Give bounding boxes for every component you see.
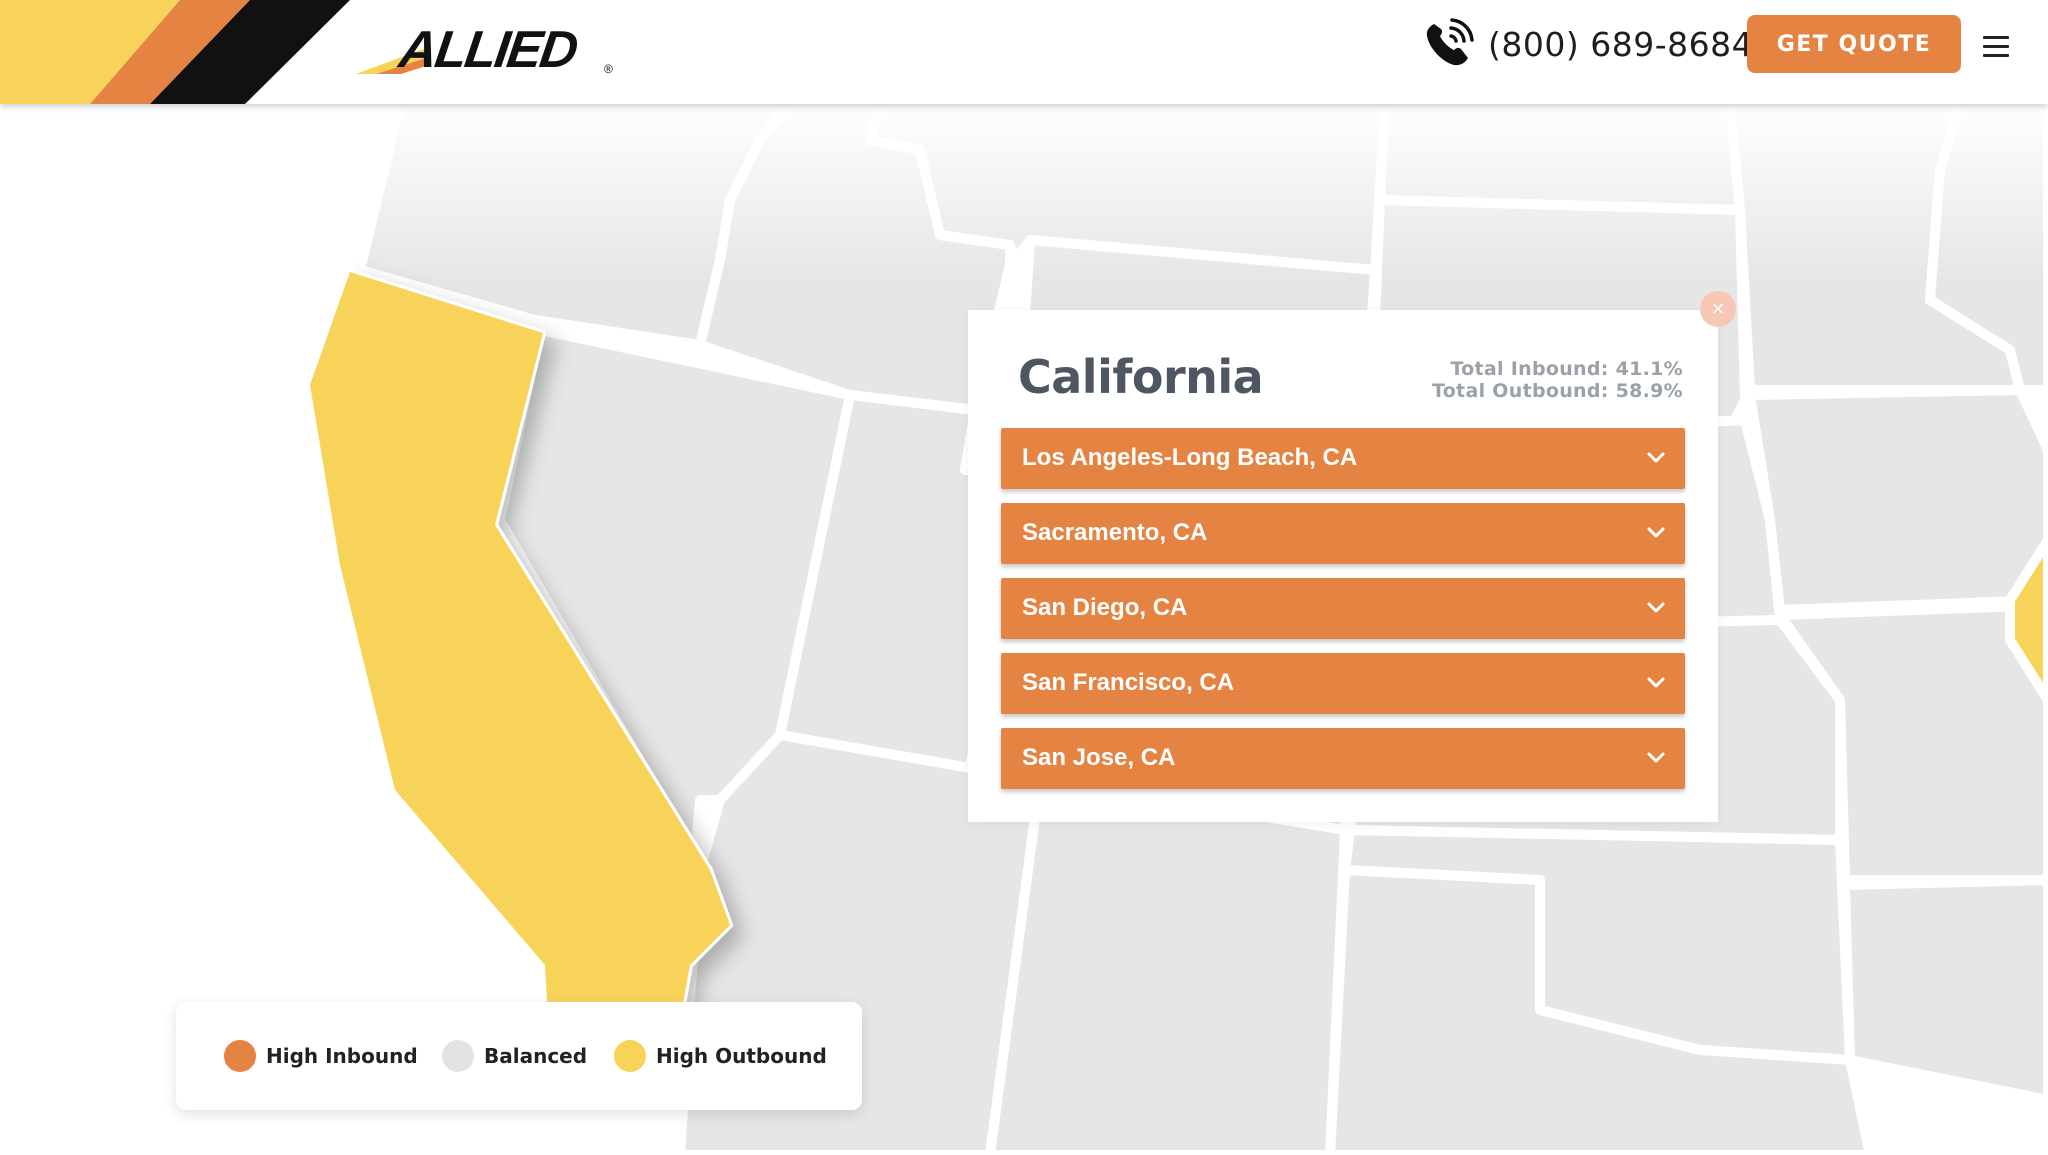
legend-item-balanced: Balanced bbox=[442, 1040, 587, 1072]
registered-mark: ® bbox=[604, 62, 613, 76]
legend-item-high-outbound: High Outbound bbox=[614, 1040, 827, 1072]
total-inbound: Total Inbound: 41.1% bbox=[1450, 358, 1683, 380]
legend-label: High Outbound bbox=[656, 1044, 827, 1068]
city-item-los-angeles[interactable]: Los Angeles-Long Beach, CA bbox=[1001, 428, 1685, 489]
state-title: California bbox=[1018, 350, 1264, 404]
map-legend: High Inbound Balanced High Outbound bbox=[176, 1002, 862, 1110]
legend-dot-orange bbox=[224, 1040, 256, 1072]
page: ALLIED ® (800) 689-8684 GET QUOTE Califo… bbox=[0, 0, 2048, 1155]
legend-item-high-inbound: High Inbound bbox=[224, 1040, 418, 1072]
state-stats: Total Inbound: 41.1% Total Outbound: 58.… bbox=[1432, 358, 1683, 402]
city-item-sacramento[interactable]: Sacramento, CA bbox=[1001, 503, 1685, 564]
chevron-down-icon bbox=[1647, 602, 1665, 613]
city-item-san-jose[interactable]: San Jose, CA bbox=[1001, 728, 1685, 789]
brand-stripes bbox=[0, 0, 350, 104]
state-arkansas[interactable] bbox=[1840, 875, 2048, 1105]
legend-label: High Inbound bbox=[266, 1044, 418, 1068]
phone-contact[interactable]: (800) 689-8684 bbox=[1420, 14, 1753, 74]
legend-label: Balanced bbox=[484, 1044, 588, 1068]
hamburger-menu-icon[interactable] bbox=[1983, 36, 2009, 58]
legend-dot-gray bbox=[442, 1040, 474, 1072]
allied-logo-text[interactable]: ALLIED bbox=[396, 21, 580, 79]
phone-number[interactable]: (800) 689-8684 bbox=[1488, 25, 1753, 64]
chevron-down-icon bbox=[1647, 452, 1665, 463]
chevron-down-icon bbox=[1647, 677, 1665, 688]
legend-dot-yellow bbox=[614, 1040, 646, 1072]
state-new-mexico[interactable] bbox=[985, 775, 1350, 1155]
total-outbound: Total Outbound: 58.9% bbox=[1431, 380, 1683, 402]
chevron-down-icon bbox=[1647, 752, 1665, 763]
close-icon[interactable]: × bbox=[1700, 291, 1736, 327]
state-iowa[interactable] bbox=[1745, 385, 2048, 615]
city-item-san-francisco[interactable]: San Francisco, CA bbox=[1001, 653, 1685, 714]
state-info-card: California Total Inbound: 41.1% Total Ou… bbox=[968, 310, 1718, 822]
phone-icon bbox=[1426, 18, 1474, 66]
city-label: San Jose, CA bbox=[1022, 744, 1176, 771]
chevron-down-icon bbox=[1647, 527, 1665, 538]
site-header: ALLIED ® (800) 689-8684 GET QUOTE bbox=[0, 0, 2048, 104]
city-accordion-list: Los Angeles-Long Beach, CA Sacramento, C… bbox=[1001, 428, 1685, 803]
city-label: Los Angeles-Long Beach, CA bbox=[1022, 444, 1358, 471]
city-label: San Diego, CA bbox=[1022, 594, 1188, 621]
get-quote-button[interactable]: GET QUOTE bbox=[1747, 15, 1961, 73]
city-item-san-diego[interactable]: San Diego, CA bbox=[1001, 578, 1685, 639]
city-label: Sacramento, CA bbox=[1022, 519, 1208, 546]
city-label: San Francisco, CA bbox=[1022, 669, 1235, 696]
